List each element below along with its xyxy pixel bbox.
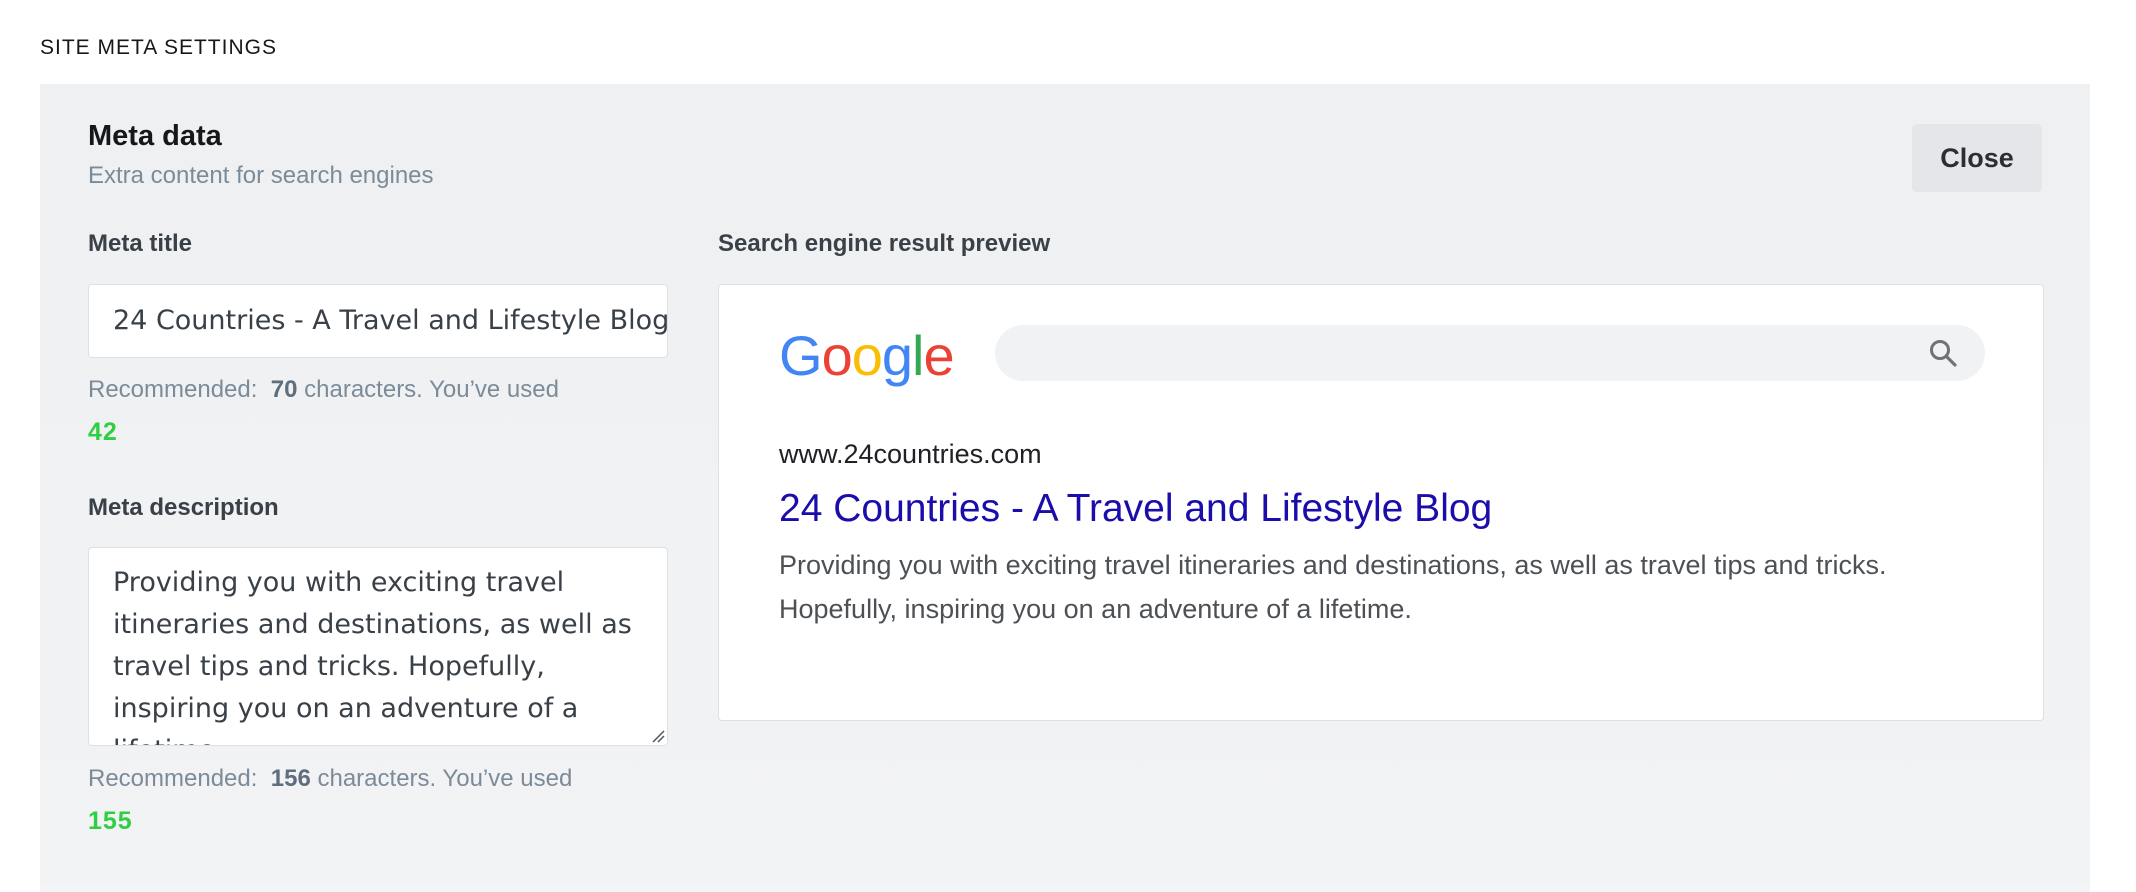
logo-letter: o: [851, 324, 883, 387]
search-preview-card: Google www.24countries.com 24 Countries …: [718, 284, 2044, 721]
meta-title-label: Meta title: [88, 230, 193, 257]
meta-title-recommended-count: 70: [270, 376, 298, 403]
meta-title-used-count: 42: [88, 418, 118, 446]
meta-description-hint-suffix: characters. You’ve used: [317, 765, 573, 792]
meta-description-hint-prefix: Recommended:: [88, 765, 258, 792]
resize-grip-icon[interactable]: [651, 729, 665, 743]
logo-letter: e: [923, 324, 954, 387]
panel-subheading: Extra content for search engines: [88, 162, 434, 189]
logo-letter: l: [912, 324, 924, 387]
panel-heading: Meta data: [88, 120, 222, 152]
result-description: Providing you with exciting travel itine…: [779, 550, 1887, 624]
meta-description-recommended-count: 156: [270, 765, 311, 792]
section-title: SITE META SETTINGS: [40, 36, 277, 59]
result-url: www.24countries.com: [779, 439, 1042, 469]
meta-description-used-count: 155: [88, 807, 133, 835]
result-title-link[interactable]: 24 Countries - A Travel and Lifestyle Bl…: [779, 487, 1492, 531]
logo-letter: G: [779, 324, 823, 387]
magnifier-icon: [1930, 340, 1957, 367]
preview-label: Search engine result preview: [718, 230, 1051, 257]
meta-description-text: Providing you with exciting travel itine…: [113, 567, 632, 745]
meta-description-label: Meta description: [88, 494, 279, 521]
meta-data-panel: Meta data Extra content for search engin…: [40, 84, 2090, 884]
logo-letter: g: [881, 324, 913, 387]
close-button[interactable]: Close: [1912, 124, 2042, 192]
meta-description-textarea[interactable]: Providing you with exciting travel itine…: [88, 547, 668, 746]
preview-search-bar: [995, 325, 1985, 381]
meta-description-hint: Recommended: 156 characters. You’ve used…: [88, 758, 572, 842]
meta-title-input[interactable]: 24 Countries - A Travel and Lifestyle Bl…: [88, 284, 668, 358]
meta-title-hint-suffix: characters. You’ve used: [304, 376, 559, 403]
panel-bottom-border: [40, 884, 2090, 892]
meta-title-hint: Recommended: 70 characters. You’ve used …: [88, 369, 559, 453]
meta-title-hint-prefix: Recommended:: [88, 376, 258, 403]
google-logo: Google: [779, 323, 955, 388]
logo-letter: o: [821, 324, 853, 387]
